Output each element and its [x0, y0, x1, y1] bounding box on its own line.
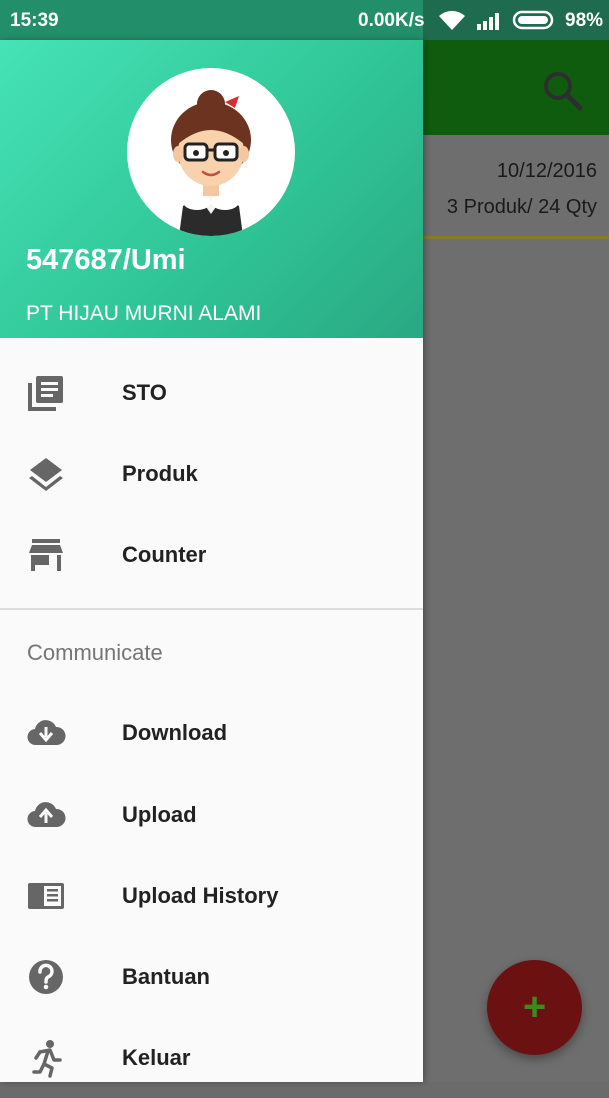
menu-label-upload: Upload	[122, 802, 197, 827]
battery-percent: 98%	[565, 10, 604, 31]
add-fab-button[interactable]: +	[487, 960, 582, 1055]
menu-item-bantuan[interactable]: Bantuan	[0, 937, 423, 1017]
menu-item-download[interactable]: Download	[0, 693, 423, 773]
menu-label-bantuan: Bantuan	[122, 964, 210, 989]
user-name: 547687/Umi	[26, 244, 186, 276]
menu-item-upload[interactable]: Upload	[0, 775, 423, 855]
history-book-icon	[26, 876, 66, 916]
menu-item-sto[interactable]: STO	[0, 353, 423, 433]
card-date: 10/12/2016	[496, 160, 597, 182]
divider	[0, 608, 423, 610]
card-summary: 3 Produk/ 24 Qty	[446, 196, 597, 218]
menu-label-download: Download	[122, 720, 228, 745]
menu-label-counter: Counter	[122, 542, 207, 567]
menu-item-upload-history[interactable]: Upload History	[0, 856, 423, 936]
plus-icon: +	[522, 985, 547, 1029]
network-speed: 0.00K/s	[358, 10, 425, 31]
menu-label-sto: STO	[122, 380, 167, 405]
company-name: PT HIJAU MURNI ALAMI	[26, 302, 262, 325]
cloud-upload-icon	[26, 795, 66, 835]
menu-item-keluar[interactable]: Keluar	[0, 1018, 423, 1098]
menu-item-produk[interactable]: Produk	[0, 434, 423, 514]
signal-icon	[476, 10, 504, 36]
cloud-download-icon	[26, 713, 66, 753]
menu-item-counter[interactable]: Counter	[0, 515, 423, 595]
wifi-icon	[437, 8, 467, 38]
layers-icon	[26, 454, 66, 494]
status-bar: 15:39 0.00K/s 98%	[0, 0, 609, 40]
help-icon	[26, 957, 66, 997]
menu-label-keluar: Keluar	[122, 1045, 191, 1070]
status-time: 15:39	[10, 10, 59, 31]
menu-label-upload-history: Upload History	[122, 883, 279, 908]
drawer-header: 547687/Umi PT HIJAU MURNI ALAMI	[0, 40, 423, 338]
document-stack-icon	[26, 373, 66, 413]
battery-icon	[512, 10, 558, 36]
navigation-drawer: 547687/Umi PT HIJAU MURNI ALAMI STO Prod…	[0, 40, 423, 1082]
store-icon	[26, 535, 66, 575]
exit-run-icon	[26, 1038, 66, 1078]
search-icon[interactable]	[540, 68, 584, 112]
avatar[interactable]	[127, 68, 295, 236]
section-title-communicate: Communicate	[27, 640, 163, 665]
menu-label-produk: Produk	[122, 461, 198, 486]
